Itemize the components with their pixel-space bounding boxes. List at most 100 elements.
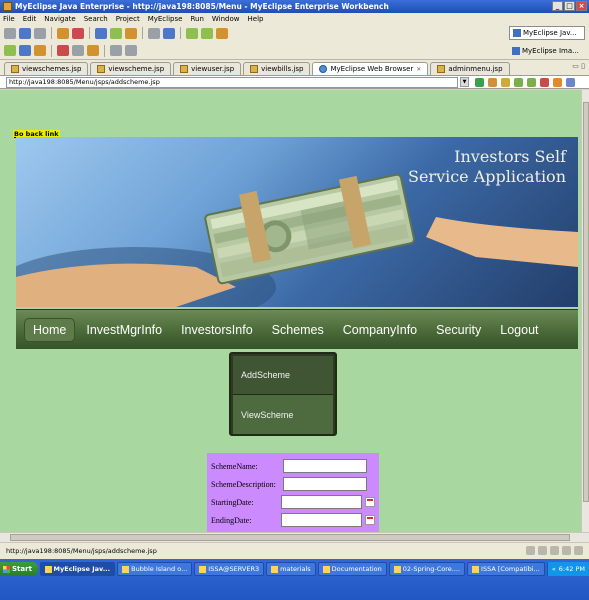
- nav-schemes[interactable]: Schemes: [264, 319, 332, 341]
- add-scheme-form: SchemeName: SchemeDescription: StartingD…: [207, 453, 379, 532]
- taskbar-item-materials[interactable]: materials: [266, 562, 316, 576]
- ant-icon[interactable]: [34, 45, 46, 56]
- maximize-button[interactable]: □: [564, 1, 575, 11]
- url-input[interactable]: http://java198:8085/Menu/jsps/addscheme.…: [6, 76, 458, 88]
- taskbar-item-documentation[interactable]: Documentation: [317, 562, 387, 576]
- print-icon[interactable]: [34, 27, 46, 39]
- open-type-icon[interactable]: [148, 27, 160, 39]
- vertical-scrollbar[interactable]: [581, 90, 589, 532]
- menu-help[interactable]: Help: [248, 15, 264, 23]
- status-icon: [562, 546, 571, 555]
- tab-adminmenu[interactable]: adminmenu.jsp: [430, 62, 510, 75]
- task-label: MyEclipse Jav...: [53, 565, 111, 573]
- back-icon[interactable]: [110, 45, 122, 56]
- tab-viewuser[interactable]: viewuser.jsp: [173, 62, 242, 75]
- menu-myeclipse[interactable]: MyEclipse: [148, 15, 183, 23]
- tab-viewschemes[interactable]: viewschemes.jsp: [4, 62, 89, 75]
- new-class-icon[interactable]: [125, 27, 137, 39]
- scheme-name-input[interactable]: [283, 459, 367, 473]
- horizontal-scrollbar[interactable]: [0, 532, 589, 542]
- menu-run[interactable]: Run: [190, 15, 203, 23]
- server-icon[interactable]: [72, 27, 84, 39]
- jsp-file-icon: [97, 65, 106, 73]
- menu-item-viewscheme[interactable]: ViewScheme: [233, 395, 333, 434]
- html-icon[interactable]: [72, 45, 84, 56]
- close-tab-icon[interactable]: ✕: [416, 66, 421, 73]
- editor-minmax-icons[interactable]: ▭ ▯: [572, 62, 585, 70]
- favorites-icon[interactable]: [488, 77, 497, 87]
- nav-investmgrinfo[interactable]: InvestMgrInfo: [78, 319, 170, 341]
- jsp-file-icon: [11, 65, 19, 73]
- nav-security[interactable]: Security: [428, 319, 489, 341]
- nav-home[interactable]: Home: [24, 317, 76, 342]
- tab-web-browser[interactable]: MyEclipse Web Browser ✕: [312, 62, 429, 75]
- menu-item-addscheme[interactable]: AddScheme: [233, 356, 333, 395]
- tab-viewbills[interactable]: viewbills.jsp: [243, 62, 311, 75]
- tab-viewscheme[interactable]: viewscheme.jsp: [90, 62, 172, 75]
- forward-arrow-icon[interactable]: [527, 77, 536, 87]
- scheme-description-input[interactable]: [283, 477, 367, 491]
- tab-label: viewbills.jsp: [261, 65, 304, 73]
- menu-navigate[interactable]: Navigate: [44, 15, 75, 23]
- form-row-starting-date: StartingDate:: [211, 493, 375, 511]
- task-label: 02-Spring-Core....: [402, 565, 461, 573]
- taskbar-item-myeclipse[interactable]: MyEclipse Jav...: [39, 562, 116, 576]
- horizontal-scroll-thumb[interactable]: [10, 534, 570, 541]
- jsp-icon[interactable]: [57, 45, 69, 56]
- nav-companyinfo[interactable]: CompanyInfo: [335, 319, 425, 341]
- tab-label: viewscheme.jsp: [108, 65, 165, 73]
- search-icon[interactable]: [163, 27, 175, 39]
- stop-icon[interactable]: [540, 77, 549, 87]
- status-icon: [526, 546, 535, 555]
- taskbar-item-issa-compat[interactable]: ISSA [Compatibi...: [467, 562, 545, 576]
- nav-investorsinfo[interactable]: InvestorsInfo: [173, 319, 261, 341]
- taskbar-item-spring-core[interactable]: 02-Spring-Core....: [388, 562, 466, 576]
- refresh-icon[interactable]: [4, 45, 16, 56]
- vertical-scroll-thumb[interactable]: [583, 102, 589, 502]
- calendar-icon[interactable]: [365, 515, 375, 525]
- menu-window[interactable]: Window: [212, 15, 240, 23]
- run-icon[interactable]: [201, 27, 213, 39]
- debug-icon[interactable]: [186, 27, 198, 39]
- new-package-icon[interactable]: [110, 27, 122, 39]
- minimize-button[interactable]: _: [552, 1, 563, 11]
- forward-icon[interactable]: [125, 45, 137, 56]
- calendar-icon[interactable]: [365, 497, 375, 507]
- status-icon: [550, 546, 559, 555]
- status-icon: [538, 546, 547, 555]
- close-window-button[interactable]: ×: [576, 1, 587, 11]
- task-label: Bubble Island o...: [131, 565, 188, 573]
- status-text: http://java198:8085/Menu/jsps/addscheme.…: [6, 547, 157, 555]
- menu-project[interactable]: Project: [116, 15, 140, 23]
- menu-search[interactable]: Search: [84, 15, 108, 23]
- refresh-page-icon[interactable]: [553, 77, 562, 87]
- system-tray: « 6:42 PM: [546, 562, 589, 576]
- properties-icon[interactable]: [566, 77, 575, 87]
- editor-tab-bar: viewschemes.jsp viewscheme.jsp viewuser.…: [0, 60, 589, 75]
- tab-label: MyEclipse Web Browser: [330, 65, 414, 73]
- external-tools-icon[interactable]: [216, 27, 228, 39]
- perspective-switcher-primary[interactable]: MyEclipse Jav...: [509, 26, 585, 40]
- css-icon[interactable]: [87, 45, 99, 56]
- menu-file[interactable]: File: [3, 15, 15, 23]
- deploy-icon[interactable]: [57, 27, 69, 39]
- start-button[interactable]: Start: [0, 562, 38, 576]
- web-project-icon[interactable]: [95, 27, 107, 39]
- menu-edit[interactable]: Edit: [23, 15, 37, 23]
- back-arrow-icon[interactable]: [514, 77, 523, 87]
- perspective-switcher-secondary[interactable]: MyEclipse Ima...: [509, 44, 585, 58]
- toolbar-separator: [51, 27, 52, 39]
- go-icon[interactable]: [475, 77, 484, 87]
- taskbar-item-bubble-island[interactable]: Bubble Island o...: [117, 562, 193, 576]
- ending-date-input[interactable]: [280, 513, 363, 527]
- url-dropdown-icon[interactable]: ▼: [460, 77, 469, 87]
- save-icon[interactable]: [19, 27, 31, 39]
- taskbar-item-issa-server[interactable]: ISSA@SERVER3: [194, 562, 265, 576]
- windows-taskbar: Start MyEclipse Jav... Bubble Island o..…: [0, 559, 589, 600]
- browser-icon[interactable]: [19, 45, 31, 56]
- tray-arrow-icon[interactable]: «: [552, 565, 556, 573]
- starting-date-input[interactable]: [280, 495, 363, 509]
- new-icon[interactable]: [4, 27, 16, 39]
- bookmark-icon[interactable]: [501, 77, 510, 87]
- nav-logout[interactable]: Logout: [492, 319, 546, 341]
